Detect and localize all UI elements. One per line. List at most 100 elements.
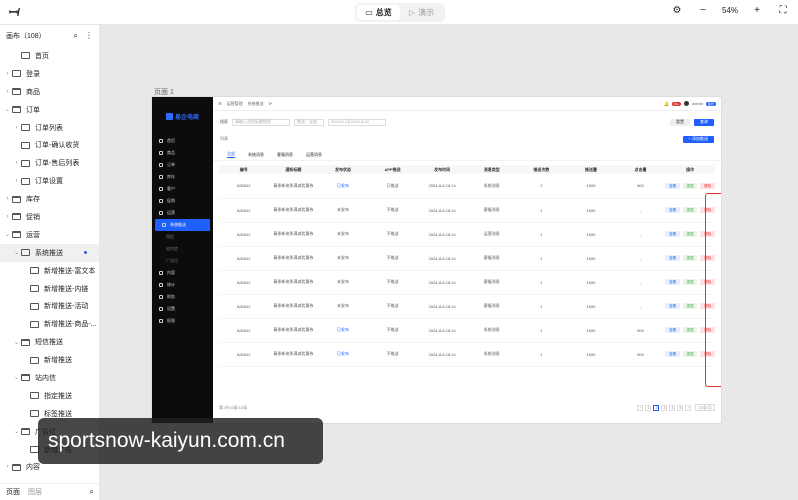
app-menu-item[interactable]: 首页 — [152, 135, 213, 147]
sidebar-item[interactable]: › 库存 — [0, 190, 99, 208]
app-menu-item[interactable]: 设置 — [152, 303, 213, 315]
sidebar-item[interactable]: ⌄ 系统推送 — [0, 243, 99, 262]
zoom-out-button[interactable]: − — [696, 5, 710, 16]
search-input[interactable]: 请输入消息标题搜索 — [232, 118, 290, 126]
chevron-down-icon[interactable]: ⌄ — [12, 249, 21, 256]
mode-overview-button[interactable]: ▭ 总览 — [357, 5, 400, 20]
sliders-icon[interactable]: ⚙ — [670, 5, 684, 16]
sidebar-item[interactable]: › 促销 — [0, 208, 99, 226]
sidebar-item[interactable]: ⌄ 站内信 — [0, 369, 99, 387]
pages-tab[interactable]: 页面 — [6, 487, 20, 497]
tab-item[interactable]: 运营消息 — [306, 152, 322, 158]
sidebar-item[interactable]: › 商品 — [0, 83, 99, 101]
chevron-right-icon[interactable]: › — [3, 71, 12, 77]
delete-button[interactable]: 删除 — [700, 182, 715, 189]
sidebar-item[interactable]: ⌄ 短信推送 — [0, 333, 99, 351]
send-button[interactable]: 发送 — [682, 279, 698, 285]
refresh-icon[interactable]: ⟳ — [269, 101, 272, 106]
frame-label[interactable]: 页面 1 — [154, 87, 174, 97]
app-menu-item[interactable]: 运营 — [152, 207, 213, 219]
app-menu-item[interactable]: 商品 — [152, 147, 213, 159]
page-size-select[interactable]: 20条/页 — [695, 404, 715, 411]
send-button[interactable]: 发送 — [682, 182, 698, 189]
app-menu-item[interactable]: 客户 — [152, 183, 213, 195]
status-select[interactable]: 推送：全部 — [294, 118, 324, 126]
send-button[interactable]: 发送 — [682, 351, 698, 357]
sidebar-item[interactable]: 新增推送-富文本 — [0, 262, 99, 280]
page-button[interactable]: › — [685, 404, 692, 411]
sidebar-item[interactable]: ⌄ 运营 — [0, 226, 99, 244]
view-button[interactable]: 查看 — [665, 207, 680, 213]
tab-item[interactable]: 全部 — [227, 151, 235, 158]
zoom-in-button[interactable]: + — [750, 5, 764, 16]
page-button[interactable]: 2 — [653, 404, 660, 411]
view-button[interactable]: 查看 — [665, 303, 680, 309]
chevron-right-icon[interactable]: › — [3, 89, 12, 95]
date-range-picker[interactable]: 2024-8-2至2024-8-22 — [328, 118, 386, 126]
sidebar-item[interactable]: 新增推送-商品-... — [0, 315, 99, 333]
chevron-down-icon[interactable]: ⌄ — [12, 374, 21, 381]
chevron-right-icon[interactable]: › — [12, 178, 21, 184]
sidebar-item[interactable]: 订单-确认收货 — [0, 136, 99, 154]
chevron-down-icon[interactable]: ⌄ — [12, 339, 21, 346]
view-button[interactable]: 查看 — [665, 351, 680, 357]
app-menu-item[interactable]: 系统推送 — [155, 219, 210, 231]
page-button[interactable]: 3 — [661, 404, 668, 411]
tab-item[interactable]: 系统消息 — [248, 152, 264, 158]
send-button[interactable]: 发送 — [682, 207, 698, 213]
app-menu-item[interactable]: 财务 — [152, 291, 213, 303]
chevron-right-icon[interactable]: › — [3, 464, 12, 470]
send-button[interactable]: 发送 — [682, 303, 698, 309]
view-button[interactable]: 查看 — [665, 327, 680, 333]
sidebar-item[interactable]: 新增推送-内链 — [0, 280, 99, 298]
app-menu-item[interactable]: 统计 — [152, 279, 213, 291]
sidebar-item[interactable]: › 登录 — [0, 65, 99, 83]
view-button[interactable]: 查看 — [665, 182, 680, 189]
sidebar-item[interactable]: 新增推送 — [0, 351, 99, 369]
search-icon[interactable]: ⌕ — [90, 487, 94, 497]
sidebar-item[interactable]: 首页 — [0, 47, 99, 65]
more-icon[interactable]: ⋮ — [85, 31, 93, 41]
app-menu-item[interactable]: 广告位 — [152, 255, 213, 267]
send-button[interactable]: 发送 — [682, 327, 698, 333]
add-push-button[interactable]: + 添加推送 — [682, 135, 714, 143]
sidebar-item[interactable]: › 订单设置 — [0, 172, 99, 190]
tab-item[interactable]: 客服消息 — [277, 152, 293, 158]
sidebar-item[interactable]: 新增推送-活动 — [0, 297, 99, 315]
layers-tab[interactable]: 图层 — [28, 487, 42, 497]
page-button[interactable]: 4 — [669, 404, 676, 411]
view-button[interactable]: 查看 — [665, 255, 680, 261]
reset-button[interactable]: 重置 — [670, 118, 690, 126]
chevron-down-icon[interactable]: ⌄ — [12, 428, 21, 435]
search-button[interactable]: 查询 — [694, 118, 714, 126]
view-button[interactable]: 查看 — [665, 231, 680, 237]
chevron-right-icon[interactable]: › — [12, 160, 21, 166]
send-button[interactable]: 发送 — [682, 231, 698, 237]
chevron-right-icon[interactable]: › — [3, 196, 12, 202]
page-button[interactable]: 5 — [677, 404, 684, 411]
page-button[interactable]: ‹ — [637, 404, 644, 411]
user-menu[interactable]: 🔔 99+ admin 超管 — [664, 101, 716, 106]
sidebar-item[interactable]: › 订单列表 — [0, 119, 99, 137]
chevron-down-icon[interactable]: ⌄ — [3, 106, 12, 113]
app-menu-item[interactable]: 短信 — [152, 231, 213, 243]
sidebar-item[interactable]: 指定推送 — [0, 387, 99, 405]
app-menu-item[interactable]: 库存 — [152, 171, 213, 183]
app-menu-item[interactable]: 订单 — [152, 159, 213, 171]
view-button[interactable]: 查看 — [665, 279, 680, 285]
app-menu-item[interactable]: 站内信 — [152, 243, 213, 255]
chevron-right-icon[interactable]: › — [12, 125, 21, 131]
sidebar-item[interactable]: ⌄ 订单 — [0, 101, 99, 119]
menu-toggle-icon[interactable]: ☰ — [218, 101, 222, 106]
app-menu-item[interactable]: 权限 — [152, 315, 213, 327]
app-menu-item[interactable]: 内容 — [152, 267, 213, 279]
fit-screen-icon[interactable]: ⛶ — [776, 5, 790, 16]
bell-icon[interactable]: 🔔 — [664, 101, 669, 106]
app-menu-item[interactable]: 促销 — [152, 195, 213, 207]
mode-demo-button[interactable]: ▷ 演示 — [400, 5, 443, 20]
page-button[interactable]: 1 — [645, 404, 652, 411]
chevron-right-icon[interactable]: › — [3, 214, 12, 220]
send-button[interactable]: 发送 — [682, 255, 698, 261]
chevron-down-icon[interactable]: ⌄ — [3, 231, 12, 238]
artboard-frame[interactable]: 易企电商 首页 商品 订单 库存 客户 促销 运营 系统推送 短信 站内信 广告位 内容 统计 财务 设置权… — [152, 97, 721, 423]
